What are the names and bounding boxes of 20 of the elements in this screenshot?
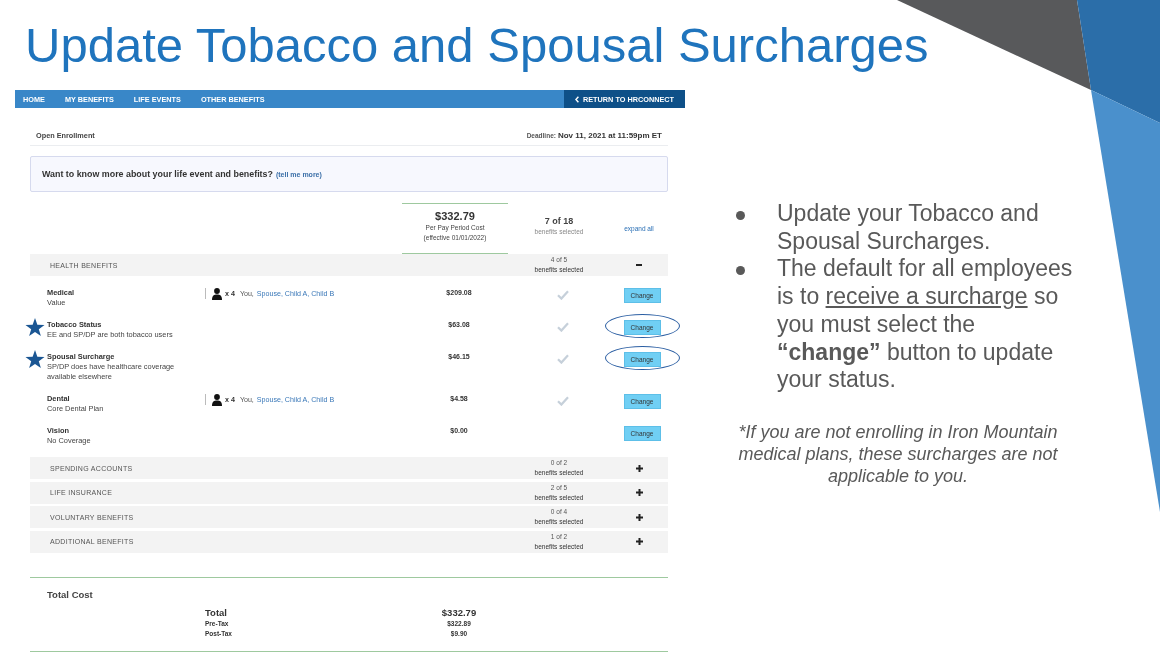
plus-icon[interactable] (635, 538, 643, 545)
footnote-text: *If you are not enrolling in Iron Mountain medical plans, these surcharges are not applicable to you. (737, 420, 1059, 487)
plus-icon[interactable] (635, 489, 643, 496)
bullet-text: Update your Tobacco and Spousal Surcharges. (777, 200, 1040, 256)
bullet-icon (736, 211, 745, 220)
plus-icon[interactable] (635, 464, 643, 472)
bullet-icon (736, 266, 745, 276)
total-cost-heading: Total Cost (47, 589, 93, 601)
bullet-text: The default for all employees is to receive a surcharge so you must select the “change” button to update your status. (777, 255, 1074, 394)
total-line-amount: $332.79 (441, 606, 477, 619)
plus-icon[interactable] (635, 513, 643, 521)
deadline-date: Nov 11, 2021 at 11:59pm ET (557, 130, 662, 140)
total-line-label: Total (205, 606, 227, 619)
cost-amount: $332.79 (435, 210, 475, 223)
person-icon (212, 287, 222, 300)
info-text: Want to know more about your life event and benefits? (42, 169, 273, 179)
benefits-count: 7 of 18 (544, 216, 574, 227)
person-icon (212, 393, 222, 406)
chevron-left-icon (574, 95, 579, 103)
slide-title: Update Tobacco and Spousal Surcharges (24, 17, 929, 74)
